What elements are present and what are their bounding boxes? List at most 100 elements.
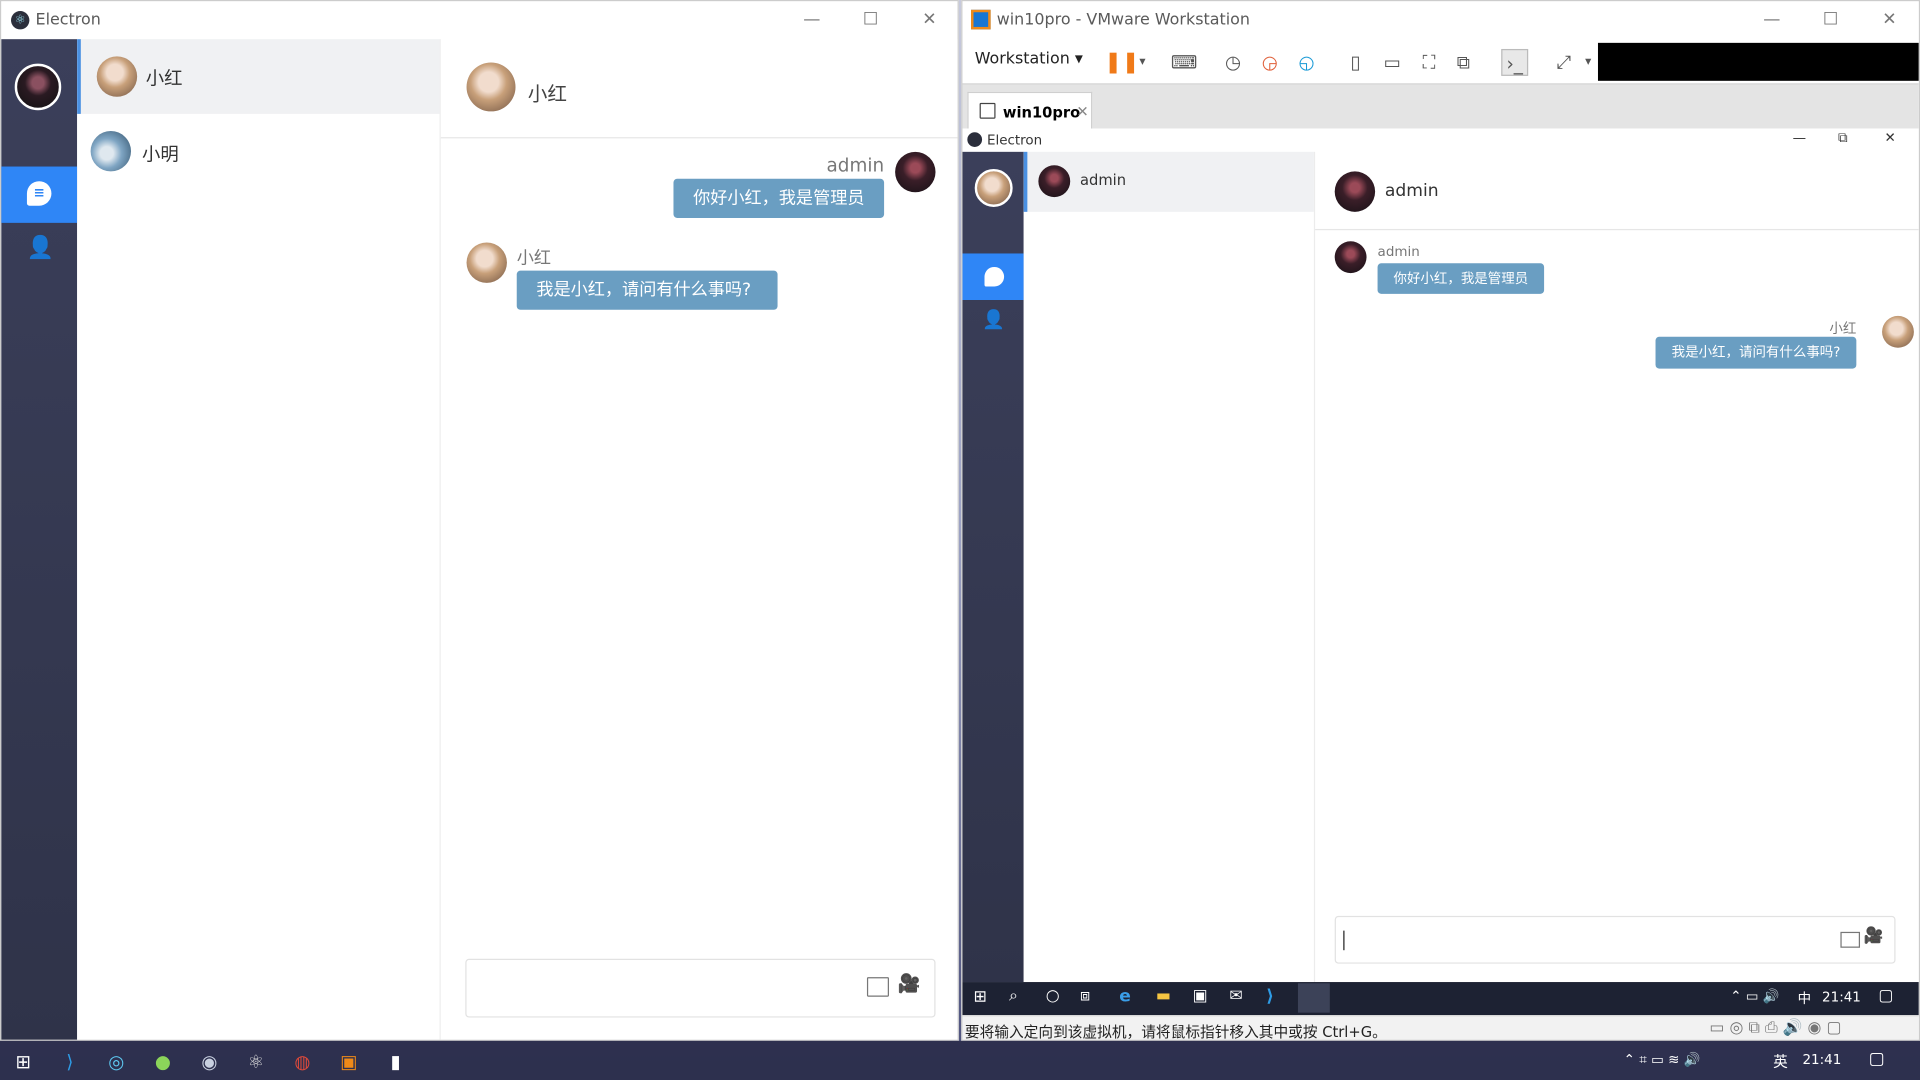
contacts-icon[interactable]: 👤	[26, 235, 55, 264]
edge-icon[interactable]: e	[1119, 987, 1131, 1007]
guest-title: Electron	[986, 132, 1043, 149]
vm-tab-icon	[979, 102, 996, 119]
snapshot-manager-icon[interactable]: ◵	[1293, 49, 1320, 76]
maximize-button[interactable]: ☐	[858, 7, 882, 31]
close-button[interactable]: ✕	[1885, 130, 1896, 146]
guest-ime[interactable]: 中	[1798, 988, 1811, 1008]
chat-tab[interactable]	[962, 253, 1024, 301]
message-avatar	[466, 242, 507, 283]
app-icon[interactable]: ●	[149, 1048, 176, 1075]
minimize-button[interactable]: —	[800, 7, 824, 31]
tab-close-icon[interactable]: ✕	[1076, 103, 1088, 120]
library-icon[interactable]: ▯	[1342, 49, 1369, 76]
minimize-button[interactable]: —	[1793, 130, 1806, 146]
contact-item[interactable]: 小红	[77, 39, 440, 114]
message-bubble: 你好小红，我是管理员	[673, 178, 885, 218]
message-sender: 小红	[516, 248, 552, 269]
stretch-icon[interactable]: ⤢	[1550, 49, 1577, 76]
electron-icon[interactable]: ⚛	[242, 1048, 269, 1075]
message-bubble: 我是小红，请问有什么事吗?	[1655, 336, 1857, 369]
guest-clock[interactable]: 21:41	[1822, 989, 1861, 1005]
notification-icon[interactable]: ▢	[1869, 1049, 1885, 1069]
chrome-icon[interactable]: ◍	[289, 1048, 316, 1075]
app-icon[interactable]: ◉	[196, 1048, 223, 1075]
workstation-menu[interactable]: Workstation ▾	[975, 50, 1083, 68]
electron-window: ⚛ Electron — ☐ ✕ ≡ 👤 小红 小明 小红 admin 你好小红…	[0, 0, 959, 1041]
message-bubble: 我是小红，请问有什么事吗?	[516, 270, 779, 310]
cortana-icon[interactable]: ○	[1046, 987, 1060, 1005]
search-bar[interactable]	[1597, 42, 1919, 81]
windows-start-icon[interactable]: ⊞	[10, 1048, 37, 1075]
fullscreen-icon[interactable]: ⛶	[1416, 49, 1443, 76]
contact-list: 小红 小明	[77, 39, 441, 1040]
message-input[interactable]: 🎥	[1334, 915, 1896, 964]
tray-icons[interactable]: ⌃ ⌗ ▭ ≋ 🔊	[1624, 1052, 1701, 1069]
user-avatar[interactable]	[974, 168, 1013, 207]
guest-title-bar: Electron — ⧉ ✕	[962, 129, 1918, 152]
host-taskbar: ⊞ ⟩ ◎ ● ◉ ⚛ ◍ ▣ ▮ ⌃ ⌗ ▭ ≋ 🔊 英 21:41 ▢	[0, 1040, 1920, 1080]
host-ime[interactable]: 英	[1773, 1051, 1788, 1072]
contact-item[interactable]: 小明	[77, 114, 439, 189]
mail-icon[interactable]: ✉	[1229, 987, 1242, 1005]
desktop: ⚛ Electron — ☐ ✕ ≡ 👤 小红 小明 小红 admin 你好小红…	[0, 0, 1920, 1080]
contact-name: 小明	[142, 143, 179, 166]
device-icons[interactable]: ▭ ◎ ⧉ ⎙ 🔊 ◉ ▢	[1709, 1019, 1841, 1037]
guest-electron-window: Electron — ⧉ ✕ 👤 admin admin admin 你好小红，…	[962, 128, 1919, 983]
vscode-icon[interactable]: ⟩	[1266, 987, 1274, 1007]
maximize-button[interactable]: ☐	[1818, 7, 1842, 31]
close-button[interactable]: ✕	[917, 7, 941, 31]
message-input[interactable]: 🎥	[465, 958, 936, 1018]
message-sender: admin	[826, 154, 885, 177]
header-name: 小红	[527, 82, 567, 106]
vmware-icon[interactable]: ▣	[336, 1048, 363, 1075]
send-keys-icon[interactable]: ⌨	[1171, 49, 1198, 76]
chat-header: 小红	[440, 39, 958, 139]
guest-contact-list: admin	[1023, 151, 1316, 983]
header-name: admin	[1384, 181, 1439, 201]
close-button[interactable]: ✕	[1877, 7, 1901, 31]
restore-button[interactable]: ⧉	[1838, 130, 1848, 147]
text-cursor	[1343, 930, 1345, 951]
vmware-icon	[971, 9, 991, 30]
user-avatar[interactable]	[14, 63, 62, 111]
video-call-icon[interactable]: 🎥	[1864, 927, 1884, 945]
header-avatar	[466, 62, 516, 112]
search-icon[interactable]: ⌕	[1009, 987, 1018, 1005]
pause-icon[interactable]: ❚❚	[1104, 49, 1139, 76]
vmware-title-bar: win10pro - VMware Workstation — ☐ ✕	[962, 1, 1919, 40]
store-icon[interactable]: ▣	[1193, 987, 1208, 1005]
notification-icon[interactable]: ▢	[1878, 987, 1893, 1005]
windows-start-icon[interactable]: ⊞	[973, 988, 986, 1006]
host-clock[interactable]: 21:41	[1802, 1052, 1841, 1068]
electron-icon: ⚛	[11, 11, 30, 30]
vm-tab[interactable]: win10pro ✕	[967, 91, 1093, 129]
vm-tab-label: win10pro	[1002, 104, 1081, 122]
app-icon[interactable]: ◎	[103, 1048, 130, 1075]
console-icon[interactable]: ›_	[1501, 48, 1529, 76]
unity-icon[interactable]: ⧉	[1450, 49, 1477, 76]
window-title: Electron	[35, 11, 101, 30]
image-icon[interactable]	[1840, 931, 1861, 948]
video-call-icon[interactable]: 🎥	[898, 972, 925, 999]
contact-item[interactable]: admin	[1023, 151, 1314, 212]
contacts-icon[interactable]: 👤	[982, 309, 1005, 331]
task-view-icon[interactable]: ⧈	[1080, 987, 1090, 1005]
vscode-icon[interactable]: ⟩	[56, 1048, 83, 1075]
image-icon[interactable]	[866, 977, 889, 997]
revert-snapshot-icon[interactable]: ◶	[1256, 49, 1283, 76]
minimize-button[interactable]: —	[1760, 7, 1784, 31]
contact-name: admin	[1080, 171, 1127, 189]
vmware-toolbar: Workstation ▾ ❚❚ ▾ ⌨ ◷ ◶ ◵ ▯ ▭ ⛶ ⧉ ›_ ⤢ …	[962, 39, 1919, 85]
snapshot-icon[interactable]: ◷	[1220, 49, 1247, 76]
terminal-icon[interactable]: ▮	[382, 1048, 409, 1075]
message-avatar	[1334, 241, 1367, 274]
guest-taskbar: ⊞ ⌕ ○ ⧈ e ▬ ▣ ✉ ⟩ ⌃ ▭ 🔊 中 21:41 ▢	[962, 982, 1919, 1016]
message-sender: 小红	[1829, 320, 1857, 337]
pause-dropdown[interactable]: ▾	[1129, 49, 1156, 76]
thumbnail-icon[interactable]: ▭	[1379, 49, 1406, 76]
file-explorer-icon[interactable]: ▬	[1156, 987, 1171, 1005]
tray-icons[interactable]: ⌃ ▭ 🔊	[1730, 988, 1779, 1004]
chat-tab[interactable]: ≡	[1, 166, 78, 223]
vmware-title: win10pro - VMware Workstation	[996, 11, 1250, 30]
electron-taskbar-item[interactable]	[1297, 983, 1330, 1013]
